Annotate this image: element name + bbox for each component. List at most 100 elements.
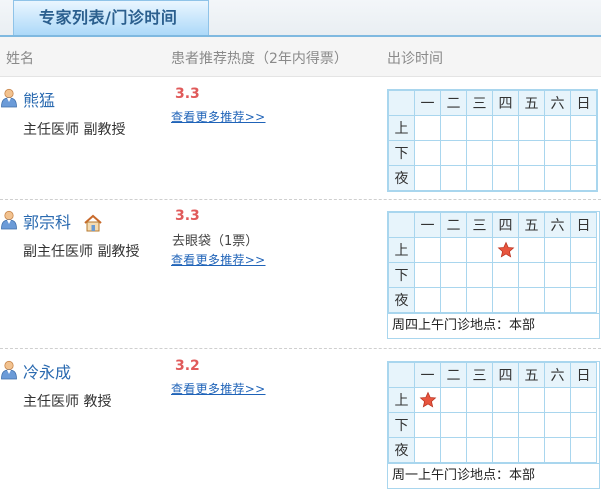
schedule-cell — [414, 437, 441, 463]
schedule-cell — [492, 165, 519, 191]
vote-info: 去眼袋（1票） — [172, 234, 259, 249]
weekday-header: 五 — [518, 90, 545, 116]
period-header: 夜 — [388, 287, 415, 313]
schedule-corner — [388, 212, 415, 238]
schedule-grid: 一二三四五六日上下夜 — [388, 362, 597, 463]
weekday-header: 六 — [544, 212, 571, 238]
period-header: 上 — [388, 237, 415, 263]
schedule-grid: 一二三四五六日上下夜 — [388, 212, 597, 313]
schedule-cell — [440, 437, 467, 463]
schedule-cell — [518, 437, 545, 463]
col-rating: 患者推荐热度（2年内得票） — [171, 51, 348, 67]
schedule-cell — [518, 140, 545, 166]
schedule-cell — [414, 237, 441, 263]
schedule-cell — [414, 115, 441, 141]
weekday-header: 二 — [440, 362, 467, 388]
schedule-cell — [544, 287, 571, 313]
schedule-cell — [570, 287, 597, 313]
doctor-icon — [1, 88, 17, 108]
row-separator — [0, 199, 601, 200]
weekday-header: 四 — [492, 212, 519, 238]
tab-bar: 专家列表/门诊时间 — [0, 0, 601, 37]
schedule-cell — [570, 165, 597, 191]
schedule-table: 一二三四五六日上下夜 — [387, 89, 598, 192]
schedule-cell — [518, 165, 545, 191]
schedule-cell — [518, 287, 545, 313]
schedule-cell — [414, 262, 441, 288]
doctor-name[interactable]: 冷永成 — [23, 359, 71, 383]
schedule-cell — [544, 437, 571, 463]
weekday-header: 三 — [466, 212, 493, 238]
more-recommendations-link[interactable]: 查看更多推荐>> — [171, 251, 266, 268]
schedule-cell — [440, 165, 467, 191]
schedule-cell — [570, 140, 597, 166]
schedule-cell — [570, 437, 597, 463]
schedule-cell[interactable] — [492, 237, 519, 263]
schedule-cell — [492, 262, 519, 288]
schedule-cell — [544, 140, 571, 166]
weekday-header: 日 — [570, 362, 597, 388]
schedule-cell[interactable] — [414, 387, 441, 413]
doctor-icon — [1, 210, 17, 230]
doctor-title: 主任医师 副教授 — [23, 122, 126, 138]
clinic-location-note: 周四上午门诊地点：本部 — [388, 313, 599, 338]
schedule-grid: 一二三四五六日上下夜 — [388, 90, 597, 191]
schedule-cell — [518, 262, 545, 288]
schedule-cell — [414, 140, 441, 166]
schedule-cell — [492, 412, 519, 438]
schedule-cell — [570, 262, 597, 288]
schedule-cell — [414, 412, 441, 438]
schedule-cell — [466, 387, 493, 413]
doctor-title: 主任医师 教授 — [23, 394, 112, 410]
house-icon[interactable] — [83, 214, 103, 232]
schedule-cell — [492, 115, 519, 141]
schedule-cell — [570, 412, 597, 438]
weekday-header: 四 — [492, 362, 519, 388]
schedule-cell — [466, 115, 493, 141]
schedule-cell — [492, 387, 519, 413]
tab-expert-list[interactable]: 专家列表/门诊时间 — [13, 0, 209, 37]
weekday-header: 一 — [414, 362, 441, 388]
schedule-cell — [440, 115, 467, 141]
schedule-corner — [388, 90, 415, 116]
more-recommendations-link[interactable]: 查看更多推荐>> — [171, 108, 266, 125]
schedule-cell — [544, 412, 571, 438]
schedule-cell — [440, 387, 467, 413]
rating-score: 3.3 — [175, 208, 200, 224]
doctor-icon — [1, 360, 17, 380]
weekday-header: 一 — [414, 90, 441, 116]
period-header: 下 — [388, 412, 415, 438]
schedule-cell — [440, 412, 467, 438]
clinic-star-icon — [419, 391, 436, 408]
doctor-name[interactable]: 熊猛 — [23, 87, 55, 111]
schedule-cell — [518, 387, 545, 413]
schedule-cell — [492, 287, 519, 313]
weekday-header: 五 — [518, 212, 545, 238]
schedule-cell — [570, 387, 597, 413]
schedule-cell — [492, 437, 519, 463]
doctor-title: 副主任医师 副教授 — [23, 244, 140, 260]
clinic-star-icon — [497, 241, 514, 258]
schedule-cell — [414, 165, 441, 191]
schedule-cell — [544, 387, 571, 413]
period-header: 上 — [388, 115, 415, 141]
weekday-header: 三 — [466, 362, 493, 388]
schedule-cell — [466, 262, 493, 288]
period-header: 上 — [388, 387, 415, 413]
schedule-cell — [466, 237, 493, 263]
schedule-cell — [518, 237, 545, 263]
period-header: 夜 — [388, 437, 415, 463]
schedule-cell — [466, 287, 493, 313]
col-schedule: 出诊时间 — [387, 51, 443, 67]
doctor-name[interactable]: 郭宗科 — [23, 209, 71, 233]
weekday-header: 五 — [518, 362, 545, 388]
weekday-header: 六 — [544, 90, 571, 116]
schedule-cell — [440, 287, 467, 313]
weekday-header: 六 — [544, 362, 571, 388]
schedule-cell — [466, 165, 493, 191]
schedule-cell — [570, 115, 597, 141]
schedule-cell — [440, 140, 467, 166]
more-recommendations-link[interactable]: 查看更多推荐>> — [171, 380, 266, 397]
schedule-cell — [440, 237, 467, 263]
period-header: 夜 — [388, 165, 415, 191]
